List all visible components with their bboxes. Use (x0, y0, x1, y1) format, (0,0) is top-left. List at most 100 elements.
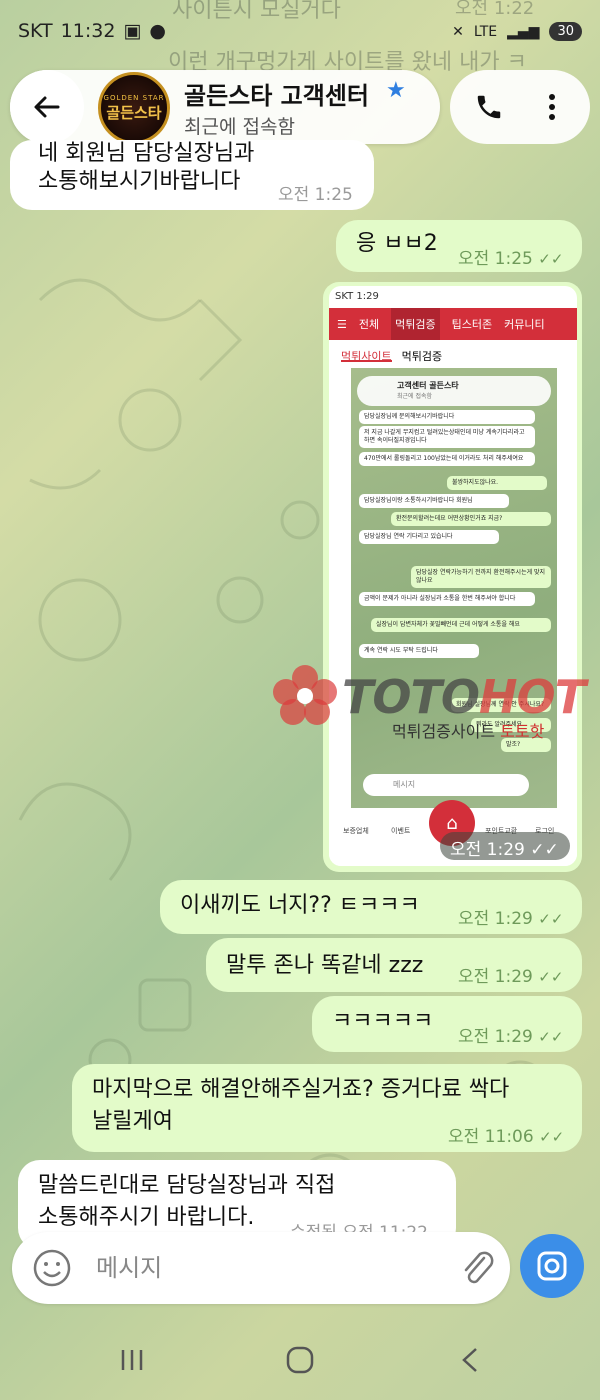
read-checks-icon: ✓✓ (530, 840, 559, 860)
message-text: 말씀드린대로 담당실장님과 직접 (38, 1173, 336, 1198)
more-options-button[interactable] (532, 84, 572, 130)
read-checks-icon: ✓✓ (538, 1028, 564, 1046)
mini-sub-tabs: 먹튀사이트 먹튀검증 (329, 342, 577, 368)
nav-recents-button[interactable] (112, 1340, 152, 1380)
nav-home-icon (286, 1346, 314, 1374)
emoji-icon (33, 1249, 71, 1287)
clock: 11:32 (60, 20, 116, 42)
watermark-dark: TOTO (342, 670, 480, 724)
mini-message: 저 지금 나갈게 무지컴고 털려있는상태인데 미냥 계속기다리라고 하면 속이터… (359, 426, 535, 448)
paperclip-icon (464, 1251, 494, 1284)
battery-badge: 30 (549, 22, 582, 41)
mini-message: 담당실장님이랑 소통하시기바랍니다 회원님 (359, 494, 509, 508)
message-time: 오전 1:29 ✓✓ (458, 1022, 563, 1047)
nav-home-button[interactable] (280, 1340, 320, 1380)
mini-chat-header: 고객센터 골든스타 최근에 접속함 (357, 376, 551, 406)
mini-bottom-item: 보증업체 (343, 827, 369, 835)
mini-nav-tab: 먹튀검증 (391, 308, 440, 340)
message-time: 오전 1:29 ✓✓ (458, 962, 563, 987)
ghost-time: 오전 1:22 (455, 0, 535, 19)
nav-recents-icon (121, 1350, 143, 1370)
message-text: 소통해보시기바랍니다 (38, 169, 241, 194)
mini-sub-tab: 먹튀사이트 (341, 350, 392, 363)
status-right: ✕ LTE ▂▄▆ 30 (452, 22, 582, 41)
message-text: 말투 존나 똑같네 zzz (226, 953, 424, 978)
mini-message: 담당실장 연락가능하기 전까지 환전해주시는게 맞지않나요 (411, 566, 551, 588)
watermark-subtitle: 먹튀검증사이트 토토핫 (392, 718, 544, 742)
time-label: 오전 1:29 (458, 967, 533, 987)
mini-sub-tab: 먹튀검증 (401, 350, 443, 363)
time-label: 오전 1:29 (458, 1027, 533, 1047)
watermark-logo: TOTOHOT (342, 670, 586, 724)
back-button[interactable] (10, 70, 84, 144)
nav-back-button[interactable] (450, 1340, 490, 1380)
time-label: 오전 1:25 (458, 249, 533, 269)
message-text: 날릴게여 (92, 1109, 173, 1134)
watermark-flower-icon (273, 665, 337, 725)
watermark-sub-red: 토토핫 (500, 722, 545, 741)
mini-message: 담당실장님께 문의해보시기바랍니다 (359, 410, 535, 424)
read-checks-icon: ✓✓ (538, 250, 564, 268)
read-checks-icon: ✓✓ (538, 968, 564, 986)
message-time: 오전 1:25 (278, 185, 353, 205)
chat-status: 최근에 접속함 (184, 116, 295, 138)
message-text: ㅋㅋㅋㅋㅋ (332, 1009, 434, 1034)
more-vert-icon (549, 94, 555, 120)
message-time: 오전 1:29 ✓✓ (458, 904, 563, 929)
camera-button[interactable] (520, 1234, 584, 1298)
mute-icon: ✕ (452, 23, 464, 40)
network-label: LTE (473, 23, 498, 40)
mini-message: 실장님이 답변자체가 꽃밀빼먼데 근데 어떻게 소통을 해요 (371, 618, 551, 632)
image-preview[interactable]: SKT 1:29 ☰ 전체 먹튀검증 팁스터존 커뮤니티 먹튀사이트 먹튀검증 … (329, 286, 577, 866)
image-time-badge: 오전 1:29 ✓✓ (440, 832, 570, 860)
message-text: 이새끼도 너지?? ㅌㅋㅋㅋ (180, 893, 420, 918)
mini-message: 담당실장님 연락 기다리고 있습니다 (359, 530, 499, 544)
signal-icon: ▂▄▆ (507, 23, 540, 40)
mini-chat-status: 최근에 접속함 (397, 393, 433, 400)
avatar-logo-top: GOLDEN STAR (103, 93, 165, 102)
message-text: 마지막으로 해결안해주실거죠? 증거다료 싹다 (92, 1077, 510, 1102)
phone-icon (477, 95, 501, 119)
message-text: 응 ㅂㅂ2 (356, 231, 438, 256)
time-label: 오전 1:29 (450, 840, 525, 860)
star-icon: ★ (386, 78, 406, 103)
message-input[interactable] (96, 1250, 436, 1286)
mini-message: 470만에서 롤링돌리고 100남았는데 이거라도 처리 해주세여요 (359, 452, 535, 466)
mini-bottom-item: 이벤트 (391, 827, 411, 835)
chat-notification-icon: ● (149, 20, 166, 42)
camera-icon (537, 1251, 567, 1281)
carrier-label: SKT (18, 20, 53, 42)
mini-status-bar: SKT 1:29 (335, 291, 379, 302)
nav-back-icon (462, 1348, 477, 1372)
time-label: 오전 11:06 (448, 1127, 534, 1147)
mini-site-nav: ☰ 전체 먹튀검증 팁스터존 커뮤니티 (329, 308, 577, 340)
call-button[interactable] (466, 84, 512, 130)
message-text: 소통해주시기 바랍니다. (38, 1205, 255, 1230)
status-left: SKT 11:32 ▣ ● (18, 20, 166, 42)
screenshot-icon: ▣ (123, 20, 142, 42)
mini-chat-title: 고객센터 골든스타 (397, 381, 459, 390)
watermark-sub-text: 먹튀검증사이트 (392, 722, 496, 741)
attach-button[interactable] (456, 1246, 500, 1290)
mini-chat-screen: 고객센터 골든스타 최근에 접속함 담당실장님께 문의해보시기바랍니다 저 지금… (351, 368, 557, 808)
read-checks-icon: ✓✓ (538, 910, 564, 928)
message-time: 오전 1:25 ✓✓ (458, 244, 563, 269)
mini-message: 계속 연락 시도 부탁 드립니다 (359, 644, 479, 658)
mini-message-input: 메시지 (363, 774, 529, 796)
emoji-button[interactable] (30, 1246, 74, 1290)
ghost-message-1: 사이튼시 모실거다 (172, 0, 341, 23)
mini-nav-tab: 팁스터존 (451, 318, 493, 331)
mini-nav-tab: 커뮤니티 (504, 318, 545, 331)
message-time: 오전 11:06 ✓✓ (448, 1122, 564, 1147)
avatar-logo-main: 골든스타 (106, 103, 162, 122)
mini-message: 불쌍하지도않나요. (447, 476, 547, 490)
chat-title[interactable]: 골든스타 고객센터 (184, 76, 404, 111)
mini-menu-icon: ☰ (337, 317, 347, 331)
avatar[interactable]: GOLDEN STAR 골든스타 (98, 72, 170, 144)
time-label: 오전 1:29 (458, 909, 533, 929)
watermark-red: HOT (478, 670, 586, 724)
mini-message: 환전문의할려는데요 어떤상황인거죠 지금? (391, 512, 551, 526)
mini-nav-tab: 전체 (358, 318, 380, 331)
back-arrow-icon (34, 96, 60, 118)
read-checks-icon: ✓✓ (539, 1128, 565, 1146)
